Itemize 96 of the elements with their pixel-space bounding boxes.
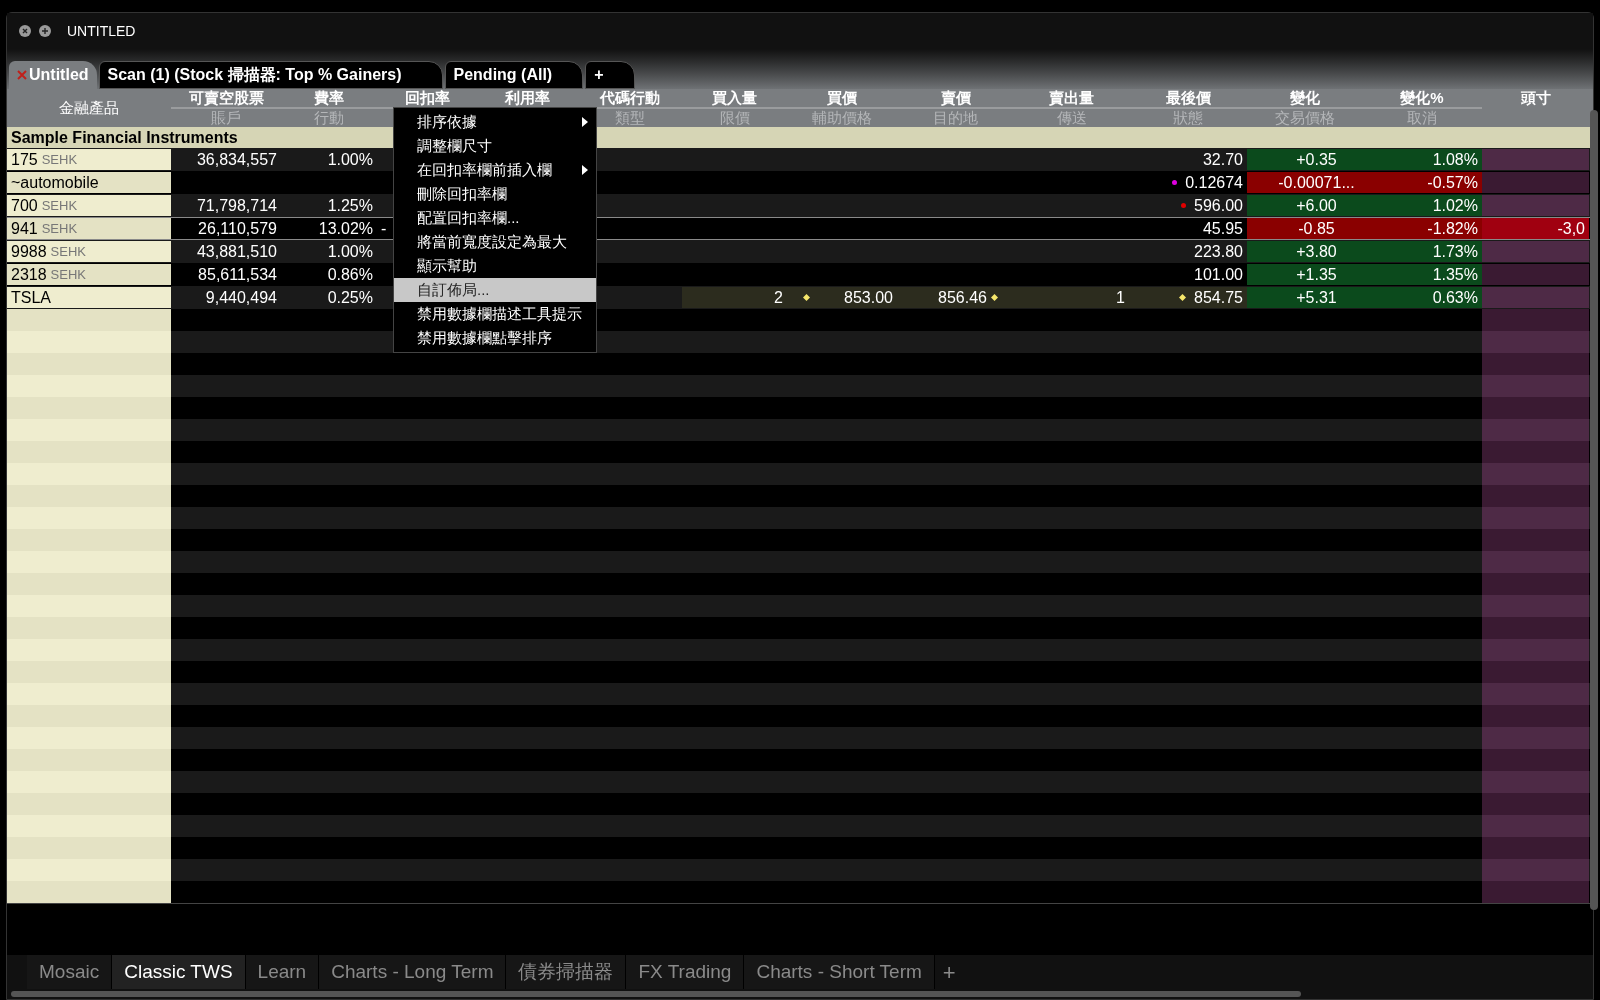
column-header[interactable]: 費率 xyxy=(281,89,377,109)
table-cell-text: 101.00 xyxy=(1194,265,1243,285)
submenu-arrow-icon xyxy=(582,165,588,175)
table-cell-text: 0.86% xyxy=(327,265,373,285)
change-percent-cell: 1.35% xyxy=(1362,264,1482,285)
table-cell-text: 43,881,510 xyxy=(196,242,277,262)
menu-item[interactable]: 排序依據 xyxy=(394,110,596,134)
column-header[interactable]: 金融產品 xyxy=(7,99,171,117)
instrument-cell[interactable]: ~automobile xyxy=(7,172,171,193)
table-cell-text: 13.02% xyxy=(318,219,373,239)
table-cell-text: 223.80 xyxy=(1194,242,1243,262)
workspace-tab[interactable]: Classic TWS xyxy=(112,955,246,989)
change-cell: -0.85 xyxy=(1247,218,1362,239)
column-header[interactable]: 變化% xyxy=(1362,89,1482,109)
workspace-tab[interactable]: FX Trading xyxy=(626,955,745,989)
menu-item[interactable]: 禁用數據欄點擊排序 xyxy=(394,326,596,350)
table-cell-text: 45.95 xyxy=(1202,219,1243,239)
symbol-text: 700 xyxy=(11,196,38,216)
last-marker-icon xyxy=(1179,294,1187,301)
column-header[interactable]: 變化 xyxy=(1247,89,1362,109)
exchange-text: SEHK xyxy=(50,265,86,284)
table-cell-text: 0.12674 xyxy=(1185,173,1243,193)
symbol-text: 9988 xyxy=(11,242,47,262)
exchange-text: SEHK xyxy=(41,196,78,215)
scrollbar[interactable] xyxy=(11,991,1301,997)
table-cell-text: 71,798,714 xyxy=(196,196,277,216)
change-percent-cell: 0.63% xyxy=(1362,287,1482,308)
table-cell-text: 32.70 xyxy=(1202,150,1243,170)
change-cell: +3.80 xyxy=(1247,241,1362,262)
instrument-cell[interactable]: 941 SEHK xyxy=(7,218,171,239)
change-percent-cell: 1.08% xyxy=(1362,149,1482,170)
change-cell: +5.31 xyxy=(1247,287,1362,308)
table-cell-text: 9,440,494 xyxy=(205,288,277,308)
column-header[interactable]: 賣價 xyxy=(897,89,1014,109)
column-header[interactable]: 買入量 xyxy=(682,89,787,109)
symbol-text: 175 xyxy=(11,150,38,170)
tab[interactable]: Scan (1) (Stock 掃描器: Top % Gainers) xyxy=(98,61,443,89)
tab[interactable]: + xyxy=(585,61,635,89)
window-title: UNTITLED xyxy=(67,21,136,41)
workspace-tab[interactable]: Mosaic xyxy=(27,955,113,989)
table-cell-text: 596.00 xyxy=(1194,196,1243,216)
quote-cell: 2 xyxy=(682,287,787,308)
symbol-text: ~automobile xyxy=(11,173,99,193)
vertical-scrollbar[interactable] xyxy=(1590,110,1598,910)
column-header[interactable]: 賣出量 xyxy=(1014,89,1129,109)
column-header[interactable]: 買價 xyxy=(787,89,897,109)
close-icon[interactable] xyxy=(19,25,31,37)
column-header[interactable]: 頭寸 xyxy=(1482,89,1589,107)
menu-item[interactable]: 自訂佈局... xyxy=(394,278,596,302)
instrument-cell[interactable]: 9988 SEHK xyxy=(7,241,171,262)
change-cell: +0.35 xyxy=(1247,149,1362,170)
workspace-tab[interactable]: Charts - Short Term xyxy=(744,955,935,989)
workspace-tab[interactable]: Learn xyxy=(245,955,320,989)
exchange-text: SEHK xyxy=(41,219,78,238)
exchange-text: SEHK xyxy=(50,242,86,261)
table-cell-text: - xyxy=(380,218,388,239)
column-header[interactable]: 可賣空股票 xyxy=(171,89,281,109)
position-cell: -3,0 xyxy=(1482,218,1589,239)
table-cell-text: 1.00% xyxy=(327,150,373,170)
table-cell-text: 1.00% xyxy=(327,242,373,262)
workspace-tab[interactable]: 債券掃描器 xyxy=(506,955,627,989)
instrument-cell[interactable]: 2318 SEHK xyxy=(7,264,171,285)
tab[interactable]: Pending (All) xyxy=(444,61,584,89)
add-icon[interactable] xyxy=(39,25,51,37)
symbol-text: TSLA xyxy=(11,288,51,308)
bid-marker-icon xyxy=(803,294,810,301)
column-header[interactable]: 最後價 xyxy=(1129,89,1247,109)
change-percent-cell: 1.73% xyxy=(1362,241,1482,262)
change-cell: -0.00071... xyxy=(1247,172,1362,193)
tab[interactable]: Untitled xyxy=(9,61,97,89)
symbol-text: 2318 xyxy=(11,265,47,285)
table-cell-text: 85,611,534 xyxy=(198,265,277,285)
quote-cell: 1 xyxy=(1014,287,1129,308)
table-cell-text: 0.25% xyxy=(327,288,373,308)
workspace-tab[interactable]: Charts - Long Term xyxy=(319,955,507,989)
change-percent-cell: 1.02% xyxy=(1362,195,1482,216)
change-percent-cell: -1.82% xyxy=(1362,218,1482,239)
group-title: Sample Financial Instruments xyxy=(11,127,238,148)
instrument-cell[interactable]: 175 SEHK xyxy=(7,149,171,170)
table-cell-text: 36,834,557 xyxy=(196,150,277,170)
change-cell: +1.35 xyxy=(1247,264,1362,285)
change-cell: +6.00 xyxy=(1247,195,1362,216)
add-tab-button[interactable]: + xyxy=(934,955,964,989)
ask-marker-icon xyxy=(991,294,998,301)
table-cell-text: 853.00 xyxy=(844,288,893,308)
exchange-text: SEHK xyxy=(41,150,78,169)
table-cell-text: 854.75 xyxy=(1194,288,1243,308)
submenu-arrow-icon xyxy=(582,117,588,127)
symbol-text: 941 xyxy=(11,219,38,239)
table-cell-text: 856.46 xyxy=(938,288,987,308)
instrument-cell[interactable]: TSLA xyxy=(7,287,171,308)
instrument-cell[interactable]: 700 SEHK xyxy=(7,195,171,216)
table-cell-text: 1.25% xyxy=(327,196,373,216)
close-tab-icon[interactable] xyxy=(17,70,27,80)
table-cell-text: 26,110,579 xyxy=(198,219,277,239)
change-percent-cell: -0.57% xyxy=(1362,172,1482,193)
